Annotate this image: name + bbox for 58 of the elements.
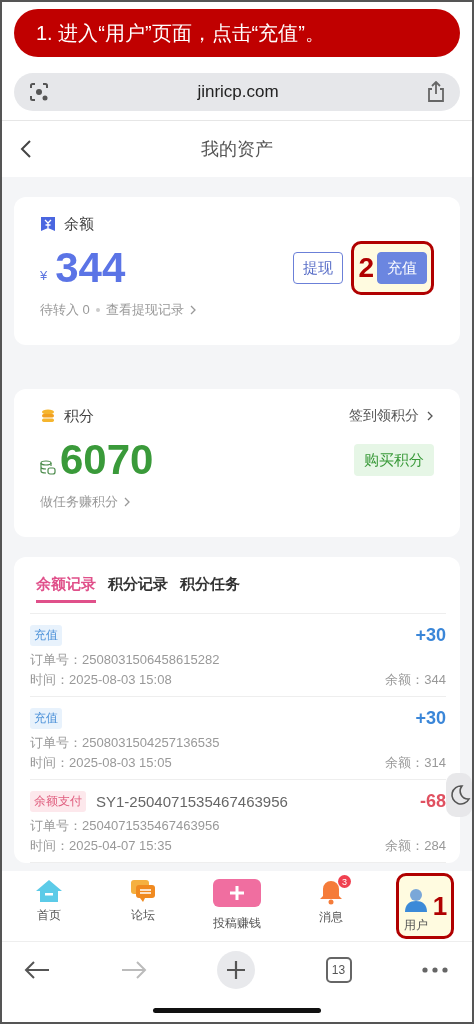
record-reference: SY1-2504071535467463956	[96, 792, 288, 810]
order-number: 订单号：2508031504257136535	[30, 734, 221, 752]
plus-icon	[226, 960, 246, 980]
records-tab[interactable]: 积分记录	[108, 575, 168, 603]
records-tab[interactable]: 余额记录	[36, 575, 96, 603]
chevron-right-icon	[427, 411, 434, 421]
points-amount: 6070	[60, 436, 154, 484]
record-balance: 余额：314	[385, 754, 446, 772]
more-icon[interactable]	[422, 967, 448, 973]
dark-mode-button[interactable]	[446, 773, 472, 817]
back-icon[interactable]	[20, 139, 32, 159]
sign-in-link[interactable]: 签到领积分	[349, 407, 419, 425]
back-arrow-icon[interactable]	[24, 960, 50, 980]
house-icon	[35, 879, 63, 903]
record-tag: 充值	[30, 707, 62, 729]
balance-button[interactable]: 提现	[293, 252, 344, 284]
record-time: 时间：2025-08-03 15:08	[30, 671, 172, 689]
chevron-right-icon	[124, 497, 131, 507]
user-icon	[402, 886, 429, 913]
url-text: jinricp.com	[197, 82, 279, 102]
record-balance: 余额：344	[385, 671, 446, 689]
tab-count-button[interactable]: 13	[325, 957, 352, 983]
chat-icon	[130, 879, 156, 903]
order-number: 订单号：2504071535467463956	[30, 817, 221, 835]
notification-badge: 3	[338, 875, 351, 888]
share-icon[interactable]	[426, 81, 446, 103]
step-number: 1	[432, 893, 448, 919]
camera-scan-icon[interactable]	[28, 81, 50, 103]
points-label: 积分	[64, 406, 94, 426]
address-bar[interactable]: jinricp.com	[14, 73, 460, 111]
coins-icon	[40, 408, 56, 424]
record-amount: -68	[420, 790, 446, 812]
chevron-right-icon	[189, 305, 197, 315]
new-tab-button[interactable]	[217, 951, 255, 989]
record-time: 时间：2025-08-03 15:05	[30, 754, 172, 772]
page-title: 我的资产	[201, 138, 273, 161]
step-number: 2	[358, 254, 374, 282]
record-balance: 余额：284	[385, 837, 446, 855]
record-time: 时间：2025-04-07 15:35	[30, 837, 172, 855]
bell-icon	[319, 879, 343, 905]
record-tag: 余额支付	[30, 790, 86, 812]
nav-tab[interactable]: 投稿赚钱	[209, 871, 265, 941]
balance-amount: 344	[55, 244, 126, 292]
instruction-banner: 1. 进入“用户”页面，点击“充值”。	[14, 9, 460, 57]
nav-tab[interactable]: 论坛	[126, 871, 160, 941]
record-amount: +30	[415, 707, 446, 729]
wallet-icon	[40, 216, 56, 232]
order-number: 订单号：2508031506458615282	[30, 651, 221, 669]
nav-tab[interactable]: 首页	[31, 871, 67, 941]
records-tab[interactable]: 积分任务	[180, 575, 240, 603]
balance-label: 余额	[64, 214, 94, 234]
pending-text: 待转入 0	[40, 301, 90, 319]
record-amount: +30	[415, 624, 446, 646]
plus-icon	[213, 879, 261, 907]
record-tag: 充值	[30, 624, 62, 646]
database-icon	[40, 459, 56, 475]
nav-tab[interactable]: 用户	[398, 878, 433, 934]
currency-symbol: ¥	[40, 267, 48, 283]
